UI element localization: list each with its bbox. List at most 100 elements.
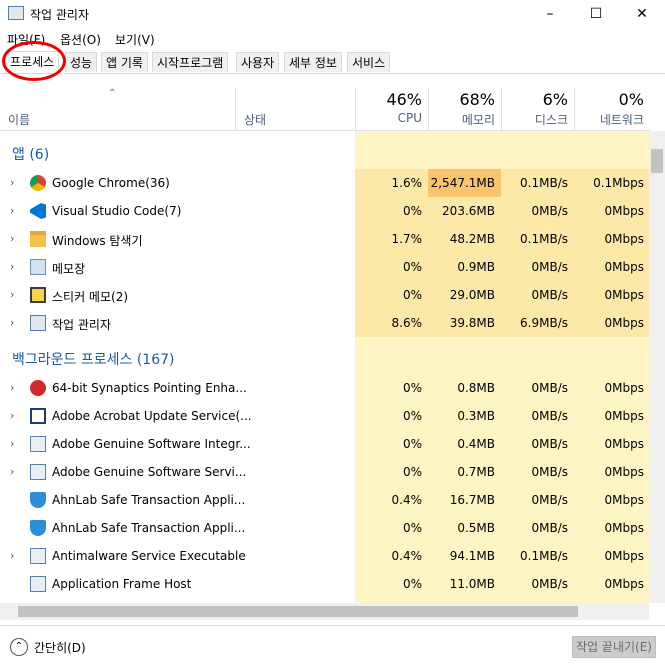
process-name: 작업 관리자: [52, 318, 112, 332]
process-cpu: 0%: [355, 253, 428, 281]
process-list: 앱 (6) 백그라운드 프로세스 (167) › Google Chrome(36…: [0, 131, 650, 603]
app-row[interactable]: › Windows 탐색기 1.7% 48.2MB 0.1MB/s 0Mbps: [0, 225, 650, 253]
process-memory: 203.6MB: [428, 197, 501, 225]
network-percent: 0%: [618, 90, 644, 109]
menu-view[interactable]: 보기(V): [115, 31, 155, 48]
process-name: Adobe Genuine Software Integr...: [52, 437, 251, 451]
chevron-right-icon[interactable]: ›: [10, 465, 14, 478]
process-memory: 16.7MB: [449, 493, 495, 507]
process-disk: 0MB/s: [501, 253, 574, 281]
chevron-right-icon[interactable]: ›: [10, 437, 14, 450]
process-name: Application Frame Host: [52, 577, 192, 591]
process-network: 0Mbps: [604, 465, 644, 479]
background-row[interactable]: AhnLab Safe Transaction Appli... 0% 0.5MB 0…: [0, 514, 650, 542]
vertical-scrollbar[interactable]: [649, 131, 665, 603]
header-memory[interactable]: 68% 메모리: [428, 88, 501, 130]
process-network: 0Mbps: [604, 437, 644, 451]
column-header: ⌃ 이름 상태 46% CPU 68% 메모리 6% 디스크 0% 네트워크: [0, 88, 650, 131]
header-disk[interactable]: 6% 디스크: [501, 88, 574, 130]
app-row[interactable]: › Visual Studio Code(7) 0% 203.6MB 0MB/s 0Mbp…: [0, 197, 650, 225]
shield-icon: [30, 520, 46, 536]
tab-app-history[interactable]: 앱 기록: [101, 52, 148, 72]
vertical-scroll-thumb[interactable]: [651, 149, 663, 173]
app-row[interactable]: › Google Chrome(36) 1.6% 2,547.1MB 0.1MB/s 0.…: [0, 169, 650, 197]
tab-performance[interactable]: 성능: [65, 52, 98, 72]
folder-icon: [30, 231, 46, 247]
process-network: 0Mbps: [604, 381, 644, 395]
vscode-icon: [30, 203, 46, 219]
chevron-right-icon[interactable]: ›: [10, 288, 14, 301]
process-disk: 0MB/s: [531, 381, 568, 395]
process-network: 0Mbps: [574, 197, 650, 225]
background-row[interactable]: › Adobe Genuine Software Integr... 0% 0.4MB…: [0, 430, 650, 458]
horizontal-scrollbar[interactable]: [0, 603, 649, 620]
horizontal-scroll-thumb[interactable]: [18, 606, 578, 617]
header-status: 상태: [244, 113, 267, 127]
background-row[interactable]: › 64-bit Synaptics Pointing Enha... 0% 0.8M…: [0, 374, 650, 402]
synaptics-icon: [30, 380, 46, 396]
process-disk: 0.1MB/s: [501, 225, 574, 253]
shield-icon: [30, 492, 46, 508]
minimize-button[interactable]: –: [527, 0, 573, 28]
end-task-button[interactable]: 작업 끝내기(E): [572, 636, 656, 658]
close-button[interactable]: ✕: [619, 0, 665, 28]
process-memory: 48.2MB: [428, 225, 501, 253]
chevron-right-icon[interactable]: ›: [10, 316, 14, 329]
menu-options[interactable]: 옵션(O): [60, 31, 101, 48]
service-icon: [30, 436, 46, 452]
process-cpu: 1.7%: [355, 225, 428, 253]
process-memory: 0.9MB: [428, 253, 501, 281]
chevron-right-icon[interactable]: ›: [10, 260, 14, 273]
background-row[interactable]: Application Frame Host 0% 11.0MB 0MB/s 0Mbps: [0, 570, 650, 598]
fewer-details-link[interactable]: 간단히(D): [34, 639, 86, 656]
process-name: Adobe Acrobat Update Service(...: [52, 409, 252, 423]
header-name[interactable]: 이름: [8, 111, 30, 128]
process-memory: 94.1MB: [449, 549, 495, 563]
app-row[interactable]: › 메모장 0% 0.9MB 0MB/s 0Mbps: [0, 253, 650, 281]
cpu-percent: 46%: [386, 90, 422, 109]
maximize-button[interactable]: ☐: [573, 0, 619, 28]
task-manager-icon: [30, 315, 46, 331]
menu-bar: 파일(F) 옵션(O) 보기(V): [0, 29, 665, 49]
process-memory: 0.5MB: [457, 521, 495, 535]
header-status-col[interactable]: 상태: [235, 88, 355, 130]
app-row[interactable]: › 작업 관리자 8.6% 39.8MB 6.9MB/s 0Mbps: [0, 309, 650, 337]
background-row[interactable]: › Adobe Acrobat Update Service(... 0% 0.3MB…: [0, 402, 650, 430]
process-network: 0Mbps: [604, 409, 644, 423]
process-disk: 0MB/s: [531, 465, 568, 479]
chevron-right-icon[interactable]: ›: [10, 204, 14, 217]
process-network: 0Mbps: [604, 493, 644, 507]
service-icon: [30, 464, 46, 480]
background-row[interactable]: › Antimalware Service Executable 0.4% 94.1M…: [0, 542, 650, 570]
tab-details[interactable]: 세부 정보: [284, 52, 342, 72]
process-cpu: 0%: [355, 197, 428, 225]
process-memory: 29.0MB: [428, 281, 501, 309]
tab-services[interactable]: 서비스: [347, 52, 391, 72]
chevron-right-icon[interactable]: ›: [10, 176, 14, 189]
chevron-right-icon[interactable]: ›: [10, 409, 14, 422]
process-cpu: 0%: [355, 281, 428, 309]
memory-percent: 68%: [459, 90, 495, 109]
chevron-right-icon[interactable]: ›: [10, 381, 14, 394]
process-network: 0Mbps: [574, 253, 650, 281]
app-row[interactable]: › 스티커 메모(2) 0% 29.0MB 0MB/s 0Mbps: [0, 281, 650, 309]
process-cpu: 0%: [402, 409, 422, 423]
background-row[interactable]: AhnLab Safe Transaction Appli... 0.4% 16.7…: [0, 486, 650, 514]
group-background: 백그라운드 프로세스 (167): [12, 352, 175, 368]
tab-users[interactable]: 사용자: [236, 52, 280, 72]
process-disk: 0MB/s: [531, 493, 568, 507]
footer: ⌃ 간단히(D) 작업 끝내기(E): [0, 625, 665, 671]
background-row[interactable]: › Adobe Genuine Software Servi... 0% 0.7MB 0…: [0, 458, 650, 486]
process-disk: 0MB/s: [501, 281, 574, 309]
chevron-right-icon[interactable]: ›: [10, 232, 14, 245]
chrome-icon: [30, 175, 46, 191]
chevron-up-icon[interactable]: ⌃: [10, 638, 28, 656]
menu-file[interactable]: 파일(F): [7, 31, 45, 48]
header-cpu[interactable]: 46% CPU: [355, 88, 428, 130]
process-cpu: 0.4%: [391, 549, 423, 563]
tab-processes[interactable]: 프로세스: [5, 51, 60, 73]
chevron-right-icon[interactable]: ›: [10, 549, 14, 562]
tab-startup[interactable]: 시작프로그램: [152, 52, 229, 72]
process-name: Windows 탐색기: [52, 234, 143, 248]
header-network[interactable]: 0% 네트워크: [574, 88, 650, 130]
